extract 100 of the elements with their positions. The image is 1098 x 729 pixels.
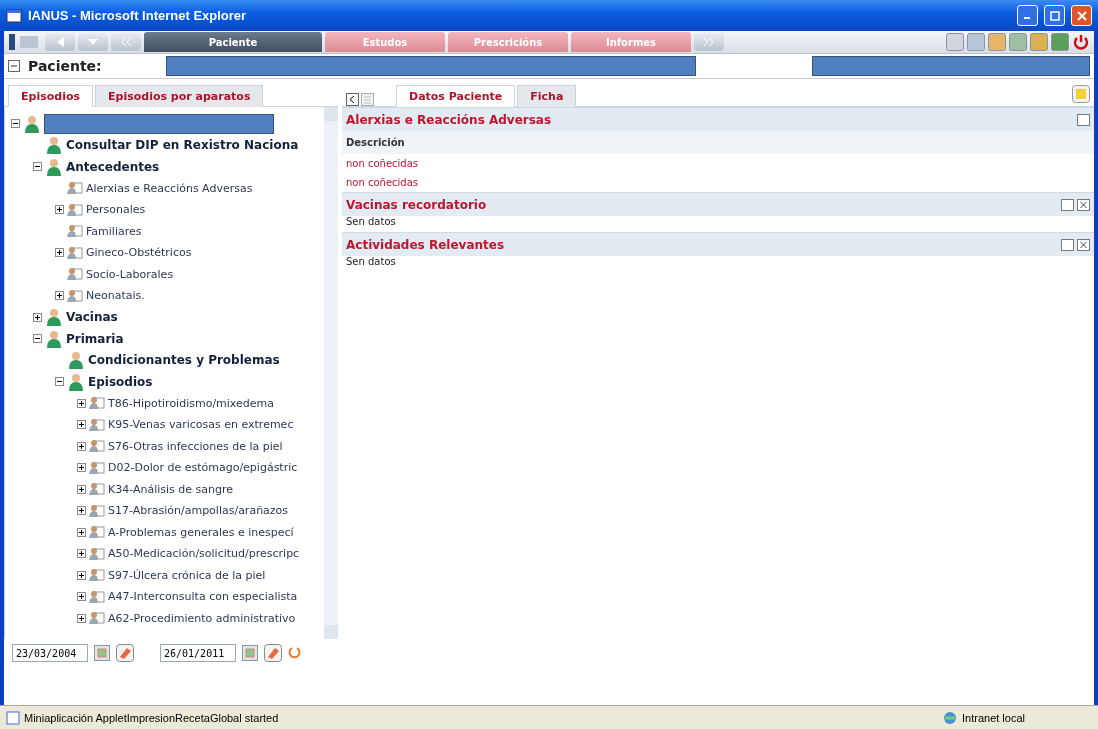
table-cell-text: non coñecidas: [345, 157, 420, 171]
collapse-toggle[interactable]: [33, 334, 42, 344]
collapse-toggle[interactable]: [55, 377, 64, 387]
collapse-icon[interactable]: [8, 60, 20, 72]
tree-item[interactable]: Gineco-Obstétricos: [86, 246, 192, 260]
tree-item[interactable]: Socio-Laborales: [86, 267, 174, 281]
tree-item[interactable]: K95-Venas varicosas en extremec: [108, 418, 294, 432]
expand-toggle[interactable]: [55, 291, 64, 301]
note-icon[interactable]: [1072, 85, 1090, 103]
date-field[interactable]: 23/03/2004: [12, 644, 88, 662]
person-document-icon: [89, 417, 105, 432]
minimize-button[interactable]: [1061, 198, 1074, 211]
tab[interactable]: Ficha: [517, 85, 577, 107]
collapse-toggle[interactable]: [11, 119, 20, 129]
expand-toggle[interactable]: [77, 420, 86, 430]
page-icon: [6, 710, 20, 725]
person-document-icon: [89, 460, 105, 475]
expand-toggle[interactable]: [77, 441, 86, 451]
collapse-toggle[interactable]: [33, 162, 42, 172]
expand-toggle[interactable]: [77, 398, 86, 408]
tree-item[interactable]: S17-Abrasión/ampollas/arañazos: [108, 504, 289, 518]
empty-message: Sen datos: [345, 256, 397, 269]
tree-item[interactable]: A62-Procedimiento administrativo: [108, 611, 296, 625]
person-document-icon: [67, 288, 83, 303]
close-button[interactable]: [1077, 198, 1090, 211]
date-field[interactable]: 26/01/2011: [160, 644, 236, 662]
section-title: Actividades Relevantes: [346, 237, 506, 252]
close-icon: [1076, 10, 1087, 21]
power-icon[interactable]: [1072, 33, 1090, 51]
eraser-icon[interactable]: [116, 644, 134, 662]
expand-toggle[interactable]: [77, 527, 86, 537]
person-icon: [45, 329, 63, 348]
person-icon: [23, 114, 41, 133]
tab[interactable]: Episodios: [8, 85, 93, 107]
globe-icon: [942, 710, 958, 725]
tree-item[interactable]: A-Problemas generales e inespecí: [108, 525, 294, 539]
person-document-icon: [89, 396, 105, 411]
expand-toggle[interactable]: [77, 613, 86, 623]
minimize-button[interactable]: [1061, 238, 1074, 251]
tree-item[interactable]: A50-Medicación/solicitud/prescripc: [108, 547, 300, 561]
person-icon: [45, 136, 63, 155]
person-document-icon: [67, 267, 83, 282]
person-icon: [67, 351, 85, 370]
section-title: Alerxias e Reaccións Adversas: [346, 112, 553, 127]
expand-toggle[interactable]: [77, 570, 86, 580]
section-title: Vacinas recordatorio: [346, 197, 488, 212]
expand-toggle[interactable]: [55, 205, 64, 215]
person-document-icon: [67, 224, 83, 239]
tree-item[interactable]: Antecedentes: [66, 159, 160, 174]
tree-item[interactable]: D02-Dolor de estómago/epigástric: [108, 461, 298, 475]
minimize-button[interactable]: [1077, 113, 1090, 126]
tree-item[interactable]: S76-Otras infecciones de la piel: [108, 439, 283, 453]
calendar-icon[interactable]: [94, 645, 110, 661]
refresh-icon[interactable]: [288, 645, 302, 661]
person-document-icon: [89, 525, 105, 540]
tab[interactable]: Datos Paciente: [396, 85, 516, 107]
person-document-icon: [89, 439, 105, 454]
nav-tab[interactable]: Paciente: [144, 32, 322, 52]
zone-label: Intranet local: [962, 711, 1026, 724]
tree-item[interactable]: Personales: [86, 203, 146, 217]
double-chevron-left-icon: [120, 37, 132, 47]
person-document-icon: [67, 181, 83, 196]
tree-item[interactable]: Alerxias e Reaccións Adversas: [86, 181, 253, 195]
double-chevron-right-icon: [703, 37, 715, 47]
person-document-icon: [89, 568, 105, 583]
tree-item[interactable]: T86-Hipotiroidismo/mixedema: [108, 396, 274, 410]
expand-toggle[interactable]: [77, 592, 86, 602]
table-cell-text: non coñecidas: [345, 176, 420, 190]
empty-message: Sen datos: [345, 216, 397, 229]
tree-item[interactable]: S97-Úlcera crónica de la piel: [108, 568, 266, 582]
eraser-icon[interactable]: [264, 644, 282, 662]
column-header: Descrición: [342, 131, 1094, 154]
tree-item[interactable]: Condicionantes y Problemas: [88, 353, 280, 368]
tree-item[interactable]: K34-Análisis de sangre: [108, 482, 234, 496]
tree-item[interactable]: Episodios: [88, 374, 153, 389]
expand-toggle[interactable]: [77, 484, 86, 494]
person-icon: [45, 157, 63, 176]
tree-item[interactable]: A47-Interconsulta con especialista: [108, 590, 298, 604]
tree-item[interactable]: Neonatais.: [86, 289, 145, 303]
tree-item[interactable]: Primaria: [66, 331, 124, 346]
browser-icon: [6, 7, 22, 24]
tree-item[interactable]: Consultar DIP en Rexistro Naciona: [66, 138, 299, 153]
person-document-icon: [89, 611, 105, 626]
person-document-icon: [67, 202, 83, 217]
person-document-icon: [67, 245, 83, 260]
maximize-button[interactable]: [1044, 5, 1065, 26]
calendar-icon[interactable]: [242, 645, 258, 661]
expand-toggle[interactable]: [77, 463, 86, 473]
tree-item[interactable]: Familiares: [86, 224, 142, 238]
person-icon: [45, 308, 63, 327]
expand-toggle[interactable]: [33, 312, 42, 322]
expand-toggle[interactable]: [77, 549, 86, 559]
person-icon: [67, 372, 85, 391]
expand-toggle[interactable]: [55, 248, 64, 258]
expand-toggle[interactable]: [77, 506, 86, 516]
tab[interactable]: Episodios por aparatos: [95, 85, 264, 107]
scrollbar[interactable]: [324, 107, 338, 639]
maximize-icon: [1049, 10, 1060, 21]
tree-item[interactable]: Vacinas: [66, 310, 118, 325]
close-button[interactable]: [1077, 238, 1090, 251]
